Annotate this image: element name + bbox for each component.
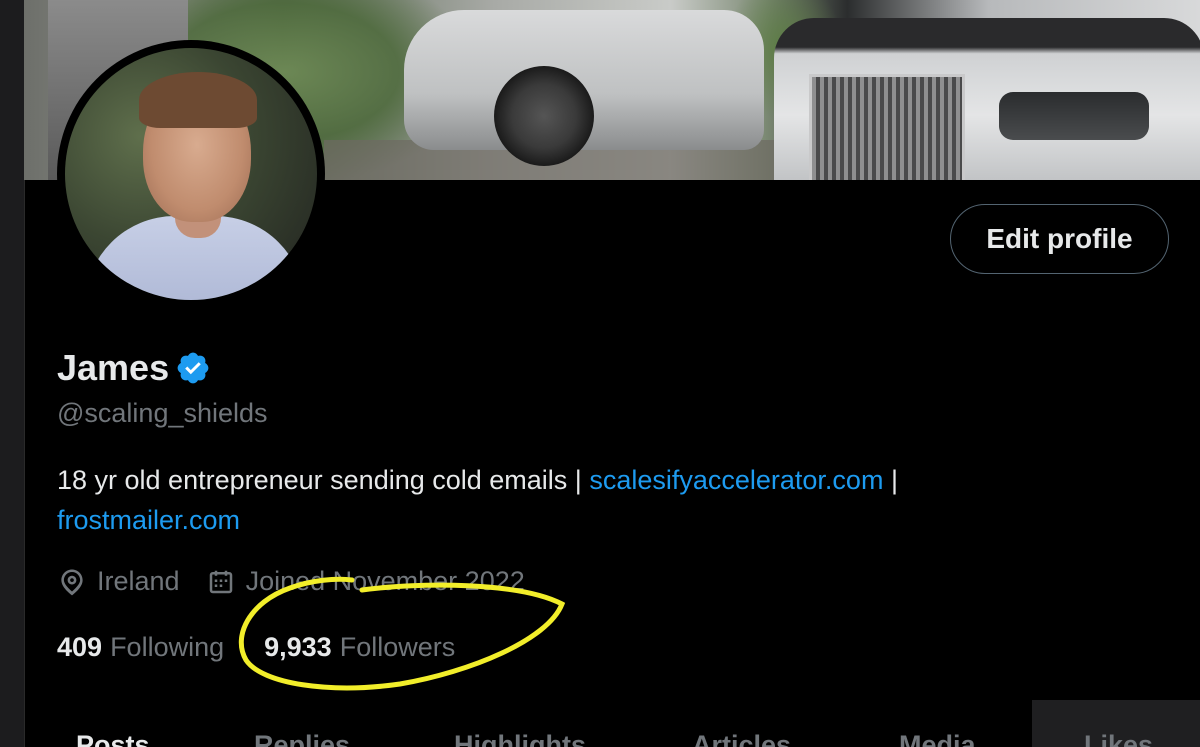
following-label: Following [110, 632, 225, 662]
edit-profile-button[interactable]: Edit profile [950, 204, 1169, 274]
banner-car-grille [809, 74, 965, 180]
tab-posts[interactable]: Posts [76, 730, 150, 747]
location-text: Ireland [97, 566, 180, 596]
bio-link-scalesify[interactable]: scalesifyaccelerator.com [589, 465, 883, 495]
bio-link-frostmailer[interactable]: frostmailer.com [57, 505, 240, 535]
profile-bio: 18 yr old entrepreneur sending cold emai… [57, 460, 1057, 540]
joined-text: Joined November 2022 [245, 566, 525, 596]
profile-name-row: James [57, 347, 211, 389]
avatar[interactable] [57, 40, 325, 308]
location-pin-icon [61, 569, 83, 595]
location-item: Ireland [57, 566, 180, 597]
profile-meta: Ireland Joined November 2022 [57, 566, 525, 597]
tab-media[interactable]: Media [899, 730, 976, 747]
tab-replies[interactable]: Replies [254, 730, 350, 747]
calendar-icon [209, 570, 232, 593]
window-edge [0, 0, 25, 747]
tab-articles[interactable]: Articles [692, 730, 791, 747]
banner-car-headlamp [999, 92, 1149, 140]
follow-stats: 409 Following 9,933 Followers [57, 632, 455, 663]
profile-name: James [57, 347, 170, 388]
joined-item: Joined November 2022 [206, 566, 525, 597]
followers-link[interactable]: 9,933 Followers [264, 632, 455, 663]
bio-separator: | [890, 465, 898, 495]
profile-tabs: Posts Replies Highlights Articles Media … [24, 730, 1200, 747]
following-count: 409 [57, 632, 103, 662]
avatar-photo [65, 48, 317, 300]
banner-wheel [494, 66, 594, 166]
bio-text: 18 yr old entrepreneur sending cold emai… [57, 465, 582, 495]
followers-label: Followers [339, 632, 456, 662]
profile-handle: @scaling_shields [57, 398, 268, 428]
verified-badge-icon[interactable] [175, 350, 211, 386]
tab-likes[interactable]: Likes [1084, 730, 1153, 747]
avatar-hair [139, 72, 257, 128]
followers-count: 9,933 [264, 632, 332, 662]
tab-highlights[interactable]: Highlights [454, 730, 586, 747]
following-link[interactable]: 409 Following [57, 632, 224, 663]
